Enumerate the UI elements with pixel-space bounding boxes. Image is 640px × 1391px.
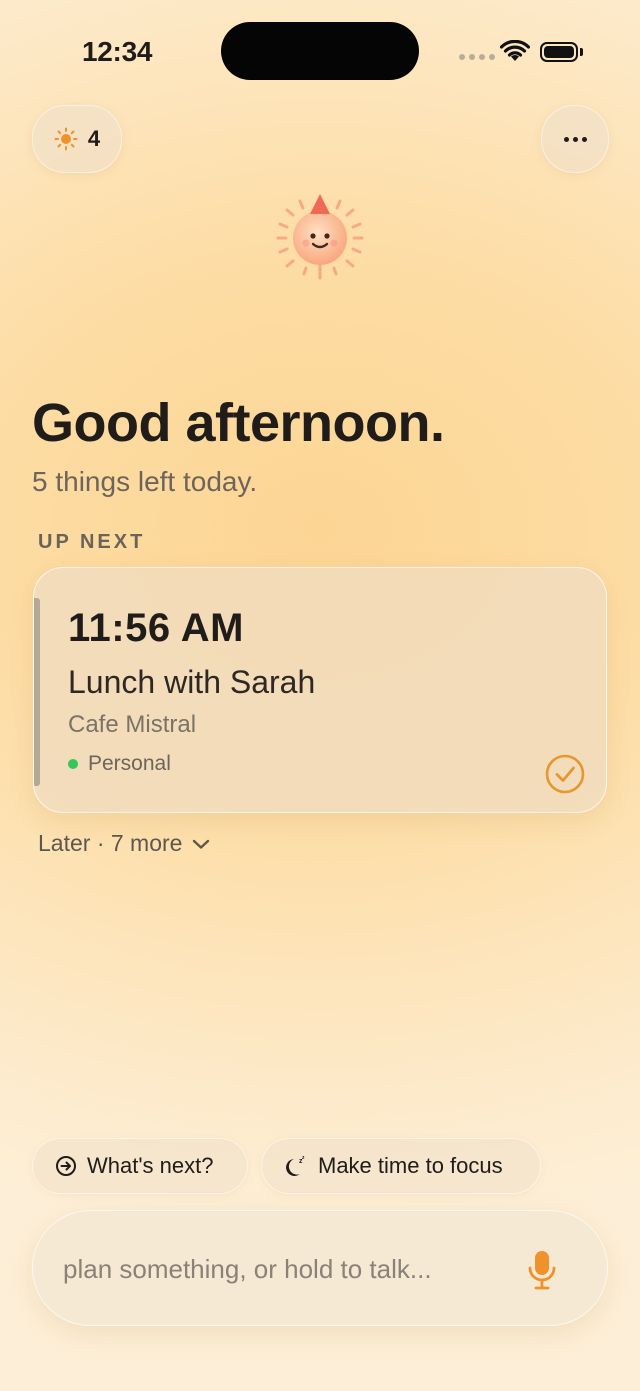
sun-count-label: 4 — [87, 126, 101, 151]
event-accent-bar — [34, 598, 40, 786]
sun-icon — [54, 127, 78, 151]
whats-next-label: What's next? — [87, 1153, 214, 1178]
event-calendar-label: Personal — [88, 752, 171, 775]
make-time-to-focus-chip[interactable]: z z Make time to focus — [261, 1138, 541, 1194]
greeting-title: Good afternoon. — [32, 393, 445, 453]
sun-mascot-icon — [276, 194, 364, 280]
up-next-event-card[interactable]: 11:56 AM Lunch with Sarah Cafe Mistral P… — [33, 567, 607, 813]
event-location: Cafe Mistral — [68, 711, 197, 738]
microphone-icon[interactable] — [527, 1249, 557, 1291]
dynamic-island — [221, 22, 419, 80]
moon-sleep-icon: z z — [286, 1155, 305, 1176]
plan-prompt-bar — [32, 1210, 608, 1326]
arrow-circle-icon — [56, 1156, 76, 1176]
event-calendar-tag: Personal — [68, 752, 171, 776]
later-events-toggle[interactable]: Later · 7 more — [38, 830, 210, 857]
chevron-down-icon — [193, 839, 210, 849]
plan-input[interactable] — [61, 1245, 505, 1293]
cellular-signal-icon — [459, 54, 495, 60]
ellipsis-icon — [563, 136, 569, 142]
status-bar-time: 12:34 — [82, 36, 153, 67]
tasks-remaining-text: 5 things left today. — [32, 466, 258, 497]
make-time-to-focus-label: Make time to focus — [318, 1153, 503, 1178]
battery-icon — [540, 42, 578, 62]
svg-text:z: z — [302, 1155, 305, 1161]
whats-next-chip[interactable]: What's next? — [32, 1138, 248, 1194]
up-next-heading: UP NEXT — [38, 531, 146, 553]
later-events-label: Later · 7 more — [38, 830, 183, 856]
sun-streak-button[interactable]: 4 — [32, 105, 122, 173]
calendar-color-dot — [68, 759, 78, 769]
wifi-icon — [500, 40, 530, 61]
event-time: 11:56 AM — [68, 606, 244, 650]
battery-tip — [580, 48, 583, 56]
complete-checkmark-icon[interactable] — [545, 754, 585, 794]
more-options-button[interactable] — [541, 105, 609, 173]
event-title: Lunch with Sarah — [68, 664, 316, 700]
